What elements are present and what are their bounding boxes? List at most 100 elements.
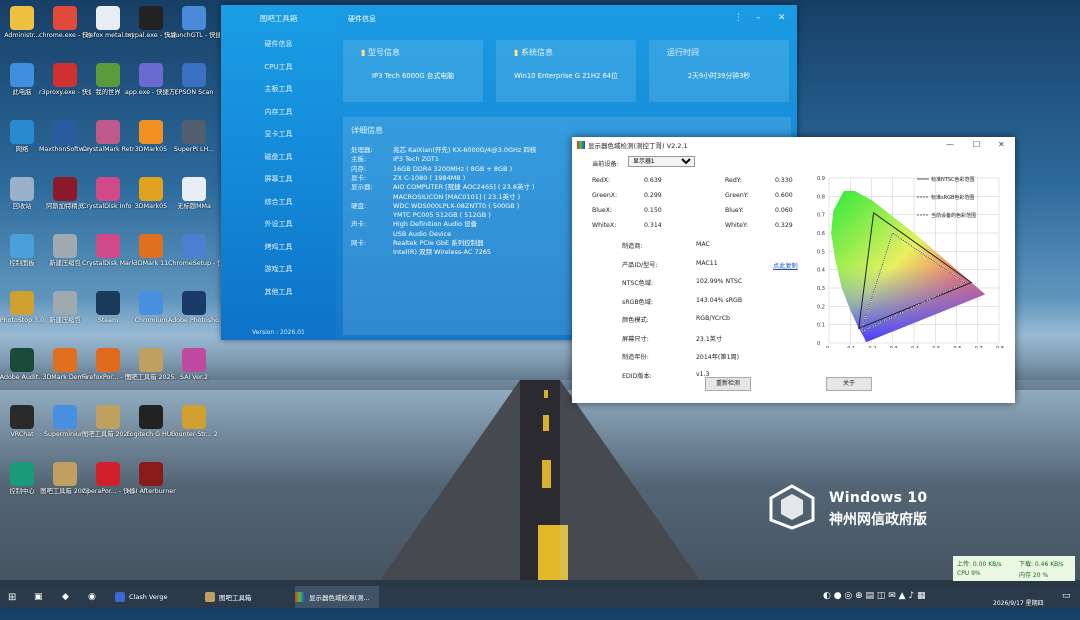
about-button[interactable]: 关于 — [826, 377, 872, 391]
uptime-card: 运行时间 2天9小时39分钟3秒 — [649, 40, 789, 102]
y-tick-label: 0.3 — [817, 286, 825, 292]
desktop-shortcut[interactable]: Counter-Str... 2 — [168, 402, 220, 456]
windows-start-icon[interactable]: ⊞ — [8, 586, 16, 608]
watermark-subtitle: 神州网信政府版 — [829, 512, 927, 528]
app-icon — [139, 63, 163, 87]
info-label: 制造商: — [622, 243, 643, 250]
maximize-icon[interactable]: ☐ — [973, 140, 980, 149]
desktop-shortcut[interactable]: SAI Ver.2 — [168, 345, 220, 399]
device-select[interactable]: 显示器1 — [628, 156, 695, 167]
desktop-shortcut[interactable]: SuperPI LH... — [168, 117, 220, 171]
crystal-icon — [96, 120, 120, 144]
taskbar-app-label: 显示器色域检测(测... — [309, 594, 370, 602]
minimize-icon[interactable]: — — [946, 140, 954, 149]
taskbar-app-gamut[interactable]: 显示器色域检测(测... — [295, 586, 379, 608]
desktop-shortcut[interactable]: LaunchGTL - 快捷方式 — [168, 3, 220, 57]
sidebar-nav-item[interactable]: 综合工具 — [221, 191, 336, 214]
crystaldisk-icon — [96, 234, 120, 258]
x-tick-label: 0 — [826, 346, 829, 348]
device-label: 当前设备: — [592, 161, 619, 168]
toolbox-icon — [96, 405, 120, 429]
sidebar-nav-item[interactable]: 外设工具 — [221, 213, 336, 236]
legend-label: 标准sRGB色彩范围 — [931, 194, 974, 201]
sidebar-nav-item[interactable]: 游戏工具 — [221, 258, 336, 281]
sidebar-nav-item[interactable]: 主板工具 — [221, 78, 336, 101]
app-icon — [577, 141, 585, 149]
windows-logo — [769, 484, 815, 530]
close-icon[interactable]: ✕ — [778, 13, 786, 23]
sidebar-nav-item[interactable]: 其他工具 — [221, 281, 336, 304]
detail-key: 显示器: — [351, 183, 373, 192]
sidebar-nav-item[interactable]: 屏幕工具 — [221, 168, 336, 191]
desktop-shortcut[interactable]: ChromeSetup - 快捷方式 — [168, 231, 220, 285]
download-speed: 下载: 0.46 KB/s — [1019, 561, 1064, 568]
copy-link[interactable]: 点此复制 — [773, 261, 798, 270]
sidebar-nav-item[interactable]: 显卡工具 — [221, 123, 336, 146]
control-center-icon — [10, 462, 34, 486]
detail-value: 16GB DDR4 3200MHz ( 8GB + 8GB ) — [393, 164, 513, 173]
desktop-shortcut-label: MSI Afterburner — [126, 488, 176, 495]
taskbar: ⊞ ▣ ◆ ◉ Clash Verge 图吧工具箱 显示器色域检测(测... ◐… — [0, 586, 1080, 608]
notification-icon[interactable]: ▭ — [1062, 591, 1071, 613]
desktop-shortcut[interactable]: 无标题MMa — [168, 174, 220, 228]
minimize-icon[interactable]: – — [756, 13, 761, 23]
info-value: 102.99% NTSC — [696, 278, 743, 285]
sidebar-nav-item[interactable]: 硬件信息 — [221, 33, 336, 56]
vrchat-icon — [10, 405, 34, 429]
y-tick-label: 0.8 — [817, 194, 825, 200]
menu-icon[interactable]: ⋮ — [734, 13, 743, 23]
x-tick-label: 0.4 — [911, 346, 919, 348]
detail-key — [351, 248, 393, 257]
sidebar-nav-item[interactable]: 烤鸡工具 — [221, 236, 336, 259]
detail-row: 显示器: AIO COMPUTER [冠捷 AOC2465] ( 23.8英寸 ) — [351, 183, 535, 192]
task-view-icon[interactable]: ▣ — [34, 586, 43, 608]
pinned-app-icon[interactable]: ◆ — [62, 586, 69, 608]
legend-label: 标准NTSC色彩范围 — [931, 176, 974, 183]
sidebar-nav-item[interactable]: 内存工具 — [221, 101, 336, 124]
desktop-shortcut[interactable]: MSI Afterburner — [125, 459, 177, 513]
redetect-button[interactable]: 重新检测 — [705, 377, 751, 391]
detail-row: Intel(R) 双频 Wireless-AC 7265 — [351, 248, 491, 257]
detail-row: 显卡: ZX C-1080 ( 1984MB ) — [351, 174, 465, 183]
sai-icon — [182, 348, 206, 372]
afterburner-icon — [139, 462, 163, 486]
pinned-app-icon[interactable]: ◉ — [88, 586, 96, 608]
detail-row: 声卡: High Definition Audio 设备 — [351, 220, 477, 229]
tray-icons[interactable]: ◐ ● ◎ ⊕ ▤ ◫ ✉ ▲ ♪ ▦ — [823, 591, 926, 613]
card-value: IP3 Tech 6000G 台式电脑 — [372, 72, 454, 80]
desktop-shortcut[interactable]: EPSON Scan — [168, 60, 220, 114]
desktop-shortcut-label: EPSON Scan — [174, 89, 214, 96]
system-card: ▮ 系统信息 Win10 Enterprise G 21H2 64位 — [496, 40, 636, 102]
taskbar-app-toolbox[interactable]: 图吧工具箱 — [205, 586, 289, 608]
taskbar-app-clash[interactable]: Clash Verge — [115, 586, 199, 608]
detail-title: 详细信息 — [351, 126, 383, 135]
desktop-shortcut-label: LaunchGTL - 快捷方式 — [168, 32, 220, 39]
toolbox-icon — [139, 348, 163, 372]
coord-label: RedX: — [592, 177, 611, 184]
y-tick-label: 0.7 — [817, 213, 825, 219]
sidebar-nav-item[interactable]: CPU工具 — [221, 56, 336, 79]
detail-value: AIO COMPUTER [冠捷 AOC2465] ( 23.8英寸 ) — [393, 183, 535, 192]
desktop-shortcut[interactable]: Adobe Photosho... — [168, 288, 220, 342]
close-icon[interactable]: ✕ — [998, 140, 1005, 149]
taskbar-app-label: Clash Verge — [129, 593, 168, 601]
y-tick-label: 0.1 — [817, 323, 825, 329]
y-tick-label: 0.5 — [817, 249, 825, 255]
coord-value: 0.639 — [644, 177, 662, 184]
sidebar-nav-item[interactable]: 磁盘工具 — [221, 146, 336, 169]
toolbox-icon — [53, 462, 77, 486]
detail-row: 处理器: 兆芯 KaiXian(开先) KX-6000G/4@3.0GHz 四核 — [351, 146, 536, 155]
toolbox-page-title: 硬件信息 — [348, 15, 376, 23]
desktop-shortcut-label: 无标题MMa — [177, 203, 211, 210]
detail-value: Intel(R) 双频 Wireless-AC 7265 — [393, 248, 491, 257]
watermark-title: Windows 10 — [829, 490, 928, 506]
3dmark-icon — [53, 348, 77, 372]
info-label: NTSC色域: — [622, 280, 654, 287]
coord-label: GreenX: — [592, 192, 618, 199]
detail-row: 主板: IP3 Tech ZGT1 — [351, 155, 439, 164]
archive-icon — [53, 234, 77, 258]
user-folder-icon — [10, 6, 34, 30]
coord-label: BlueX: — [592, 207, 613, 214]
text-file-icon — [96, 6, 120, 30]
computer-icon — [10, 63, 34, 87]
